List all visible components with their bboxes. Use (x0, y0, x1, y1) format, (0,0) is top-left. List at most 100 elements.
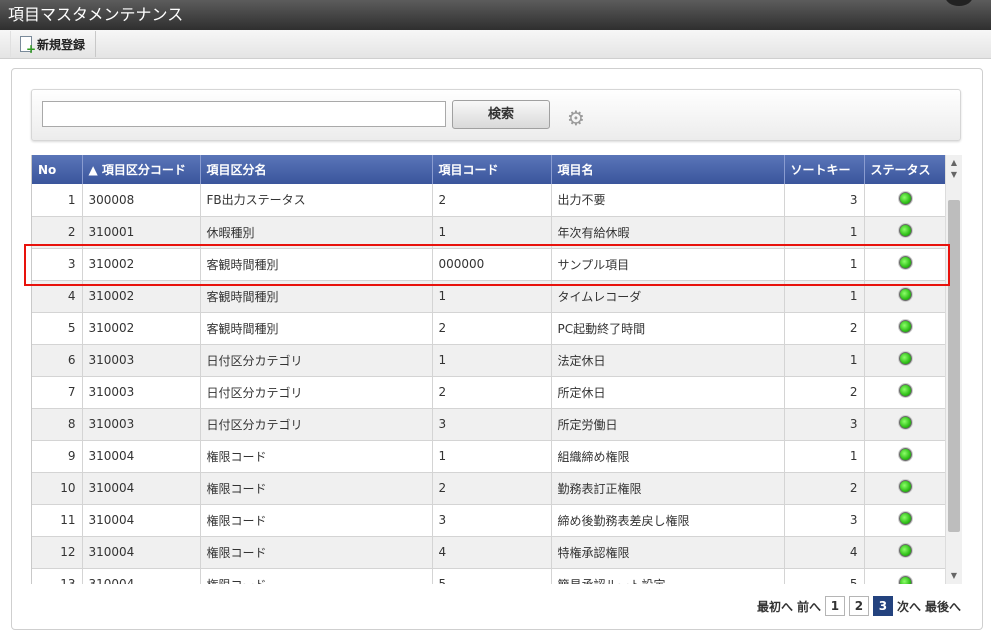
cell-item-name: 締め後勤務表差戻し権限 (551, 504, 785, 537)
cell-no: 13 (32, 568, 83, 584)
cell-item-name: 所定労働日 (551, 408, 785, 441)
table-row[interactable]: 5 310002 客観時間種別 2 PC起動終了時間 2 (32, 312, 946, 345)
cell-sort-key: 4 (784, 536, 865, 569)
status-active-icon (898, 416, 912, 429)
cell-category-code: 310003 (82, 344, 201, 377)
status-active-icon (898, 224, 912, 237)
status-active-icon (898, 320, 912, 333)
pagination-page-3[interactable]: 3 (872, 596, 893, 616)
cell-status (864, 440, 946, 473)
column-header-category-name[interactable]: 項目区分名 (200, 155, 433, 184)
cell-item-code: 1 (432, 344, 552, 377)
gear-icon[interactable]: ⚙ (566, 108, 586, 128)
pagination-last-link[interactable]: 最後へ (925, 598, 961, 615)
cell-sort-key: 1 (784, 440, 865, 473)
cell-category-code: 310004 (82, 568, 201, 584)
cell-category-name: FB出力ステータス (200, 184, 433, 217)
table-row[interactable]: 1 300008 FB出力ステータス 2 出力不要 3 (32, 184, 946, 217)
cell-category-code: 310001 (82, 216, 201, 249)
table-row[interactable]: 3 310002 客観時間種別 000000 サンプル項目 1 (32, 248, 946, 281)
status-active-icon (898, 288, 912, 301)
table-row[interactable]: 7 310003 日付区分カテゴリ 2 所定休日 2 (32, 376, 946, 409)
cell-sort-key: 1 (784, 248, 865, 281)
cell-item-code: 2 (432, 376, 552, 409)
cell-item-name: 所定休日 (551, 376, 785, 409)
cell-category-name: 客観時間種別 (200, 280, 433, 313)
cell-sort-key: 5 (784, 568, 865, 584)
table-row[interactable]: 11 310004 権限コード 3 締め後勤務表差戻し権限 3 (32, 504, 946, 537)
cell-item-code: 1 (432, 440, 552, 473)
vertical-scrollbar[interactable]: ▲ ▼ ▼ (945, 155, 962, 584)
pagination-next-link[interactable]: 次へ (897, 598, 921, 615)
search-button[interactable]: 検索 (452, 100, 550, 129)
cell-status (864, 184, 946, 217)
cell-category-code: 310004 (82, 536, 201, 569)
column-header-item-code[interactable]: 項目コード (432, 155, 552, 184)
cell-item-code: 3 (432, 408, 552, 441)
cell-category-name: 権限コード (200, 440, 433, 473)
cell-category-code: 310003 (82, 376, 201, 409)
scrollbar-thumb[interactable] (948, 200, 960, 532)
cell-sort-key: 2 (784, 472, 865, 505)
table-row[interactable]: 6 310003 日付区分カテゴリ 1 法定休日 1 (32, 344, 946, 377)
cell-item-code: 3 (432, 504, 552, 537)
column-header-status[interactable]: ステータス (864, 155, 946, 184)
cell-category-code: 300008 (82, 184, 201, 217)
cell-no: 8 (32, 408, 83, 441)
cell-status (864, 216, 946, 249)
cell-item-name: 出力不要 (551, 184, 785, 217)
cell-status (864, 248, 946, 281)
table-row[interactable]: 2 310001 休暇種別 1 年次有給休暇 1 (32, 216, 946, 249)
table-row[interactable]: 9 310004 権限コード 1 組織締め権限 1 (32, 440, 946, 473)
status-active-icon (898, 544, 912, 557)
column-header-sort-key[interactable]: ソートキー (784, 155, 865, 184)
column-header-category-code[interactable]: ▲ 項目区分コード (82, 155, 201, 184)
table-row[interactable]: 10 310004 権限コード 2 勤務表訂正権限 2 (32, 472, 946, 505)
table-row[interactable]: 4 310002 客観時間種別 1 タイムレコーダ 1 (32, 280, 946, 313)
data-table: No ▲ 項目区分コード 項目区分名 項目コード 項目名 ソートキー ステータス… (32, 155, 946, 584)
window-corner-decoration (945, 0, 973, 6)
status-active-icon (898, 512, 912, 525)
cell-no: 5 (32, 312, 83, 345)
table-row[interactable]: 12 310004 権限コード 4 特権承認権限 4 (32, 536, 946, 569)
cell-item-code: 2 (432, 472, 552, 505)
pagination-page-1[interactable]: 1 (824, 596, 845, 616)
cell-item-code: 2 (432, 184, 552, 217)
pagination-page-2[interactable]: 2 (848, 596, 869, 616)
window-title-bar: 項目マスタメンテナンス (0, 0, 991, 30)
table-row[interactable]: 8 310003 日付区分カテゴリ 3 所定労働日 3 (32, 408, 946, 441)
cell-item-code: 5 (432, 568, 552, 584)
cell-item-name: 勤務表訂正権限 (551, 472, 785, 505)
cell-category-code: 310002 (82, 280, 201, 313)
cell-item-name: 年次有給休暇 (551, 216, 785, 249)
cell-sort-key: 2 (784, 376, 865, 409)
cell-category-name: 客観時間種別 (200, 312, 433, 345)
column-header-item-name[interactable]: 項目名 (551, 155, 785, 184)
cell-category-code: 310002 (82, 312, 201, 345)
cell-item-code: 2 (432, 312, 552, 345)
table-row[interactable]: 13310004権限コード5簡易承認ルート設定5 (32, 568, 946, 584)
cell-status (864, 408, 946, 441)
status-active-icon (898, 576, 912, 584)
cell-status (864, 312, 946, 345)
status-active-icon (898, 384, 912, 397)
pagination-first-link[interactable]: 最初へ (757, 598, 793, 615)
status-active-icon (898, 480, 912, 493)
new-registration-button[interactable]: + 新規登録 (10, 31, 97, 57)
status-active-icon (898, 191, 912, 205)
cell-status (864, 344, 946, 377)
data-grid: No ▲ 項目区分コード 項目区分名 項目コード 項目名 ソートキー ステータス… (31, 155, 946, 584)
search-input[interactable] (42, 101, 446, 127)
cell-sort-key: 3 (784, 504, 865, 537)
scroll-up-arrow-icon[interactable]: ▲ (946, 157, 962, 169)
pagination-prev-link[interactable]: 前へ (797, 598, 821, 615)
scroll-down-arrow-icon[interactable]: ▼ (946, 570, 962, 582)
cell-status (864, 280, 946, 313)
cell-sort-key: 2 (784, 312, 865, 345)
cell-item-name: タイムレコーダ (551, 280, 785, 313)
scroll-down-small-arrow-icon[interactable]: ▼ (946, 169, 962, 181)
table-header-row: No ▲ 項目区分コード 項目区分名 項目コード 項目名 ソートキー ステータス (32, 155, 946, 184)
cell-no: 11 (32, 504, 83, 537)
cell-item-code: 1 (432, 216, 552, 249)
column-header-no[interactable]: No (32, 155, 83, 184)
